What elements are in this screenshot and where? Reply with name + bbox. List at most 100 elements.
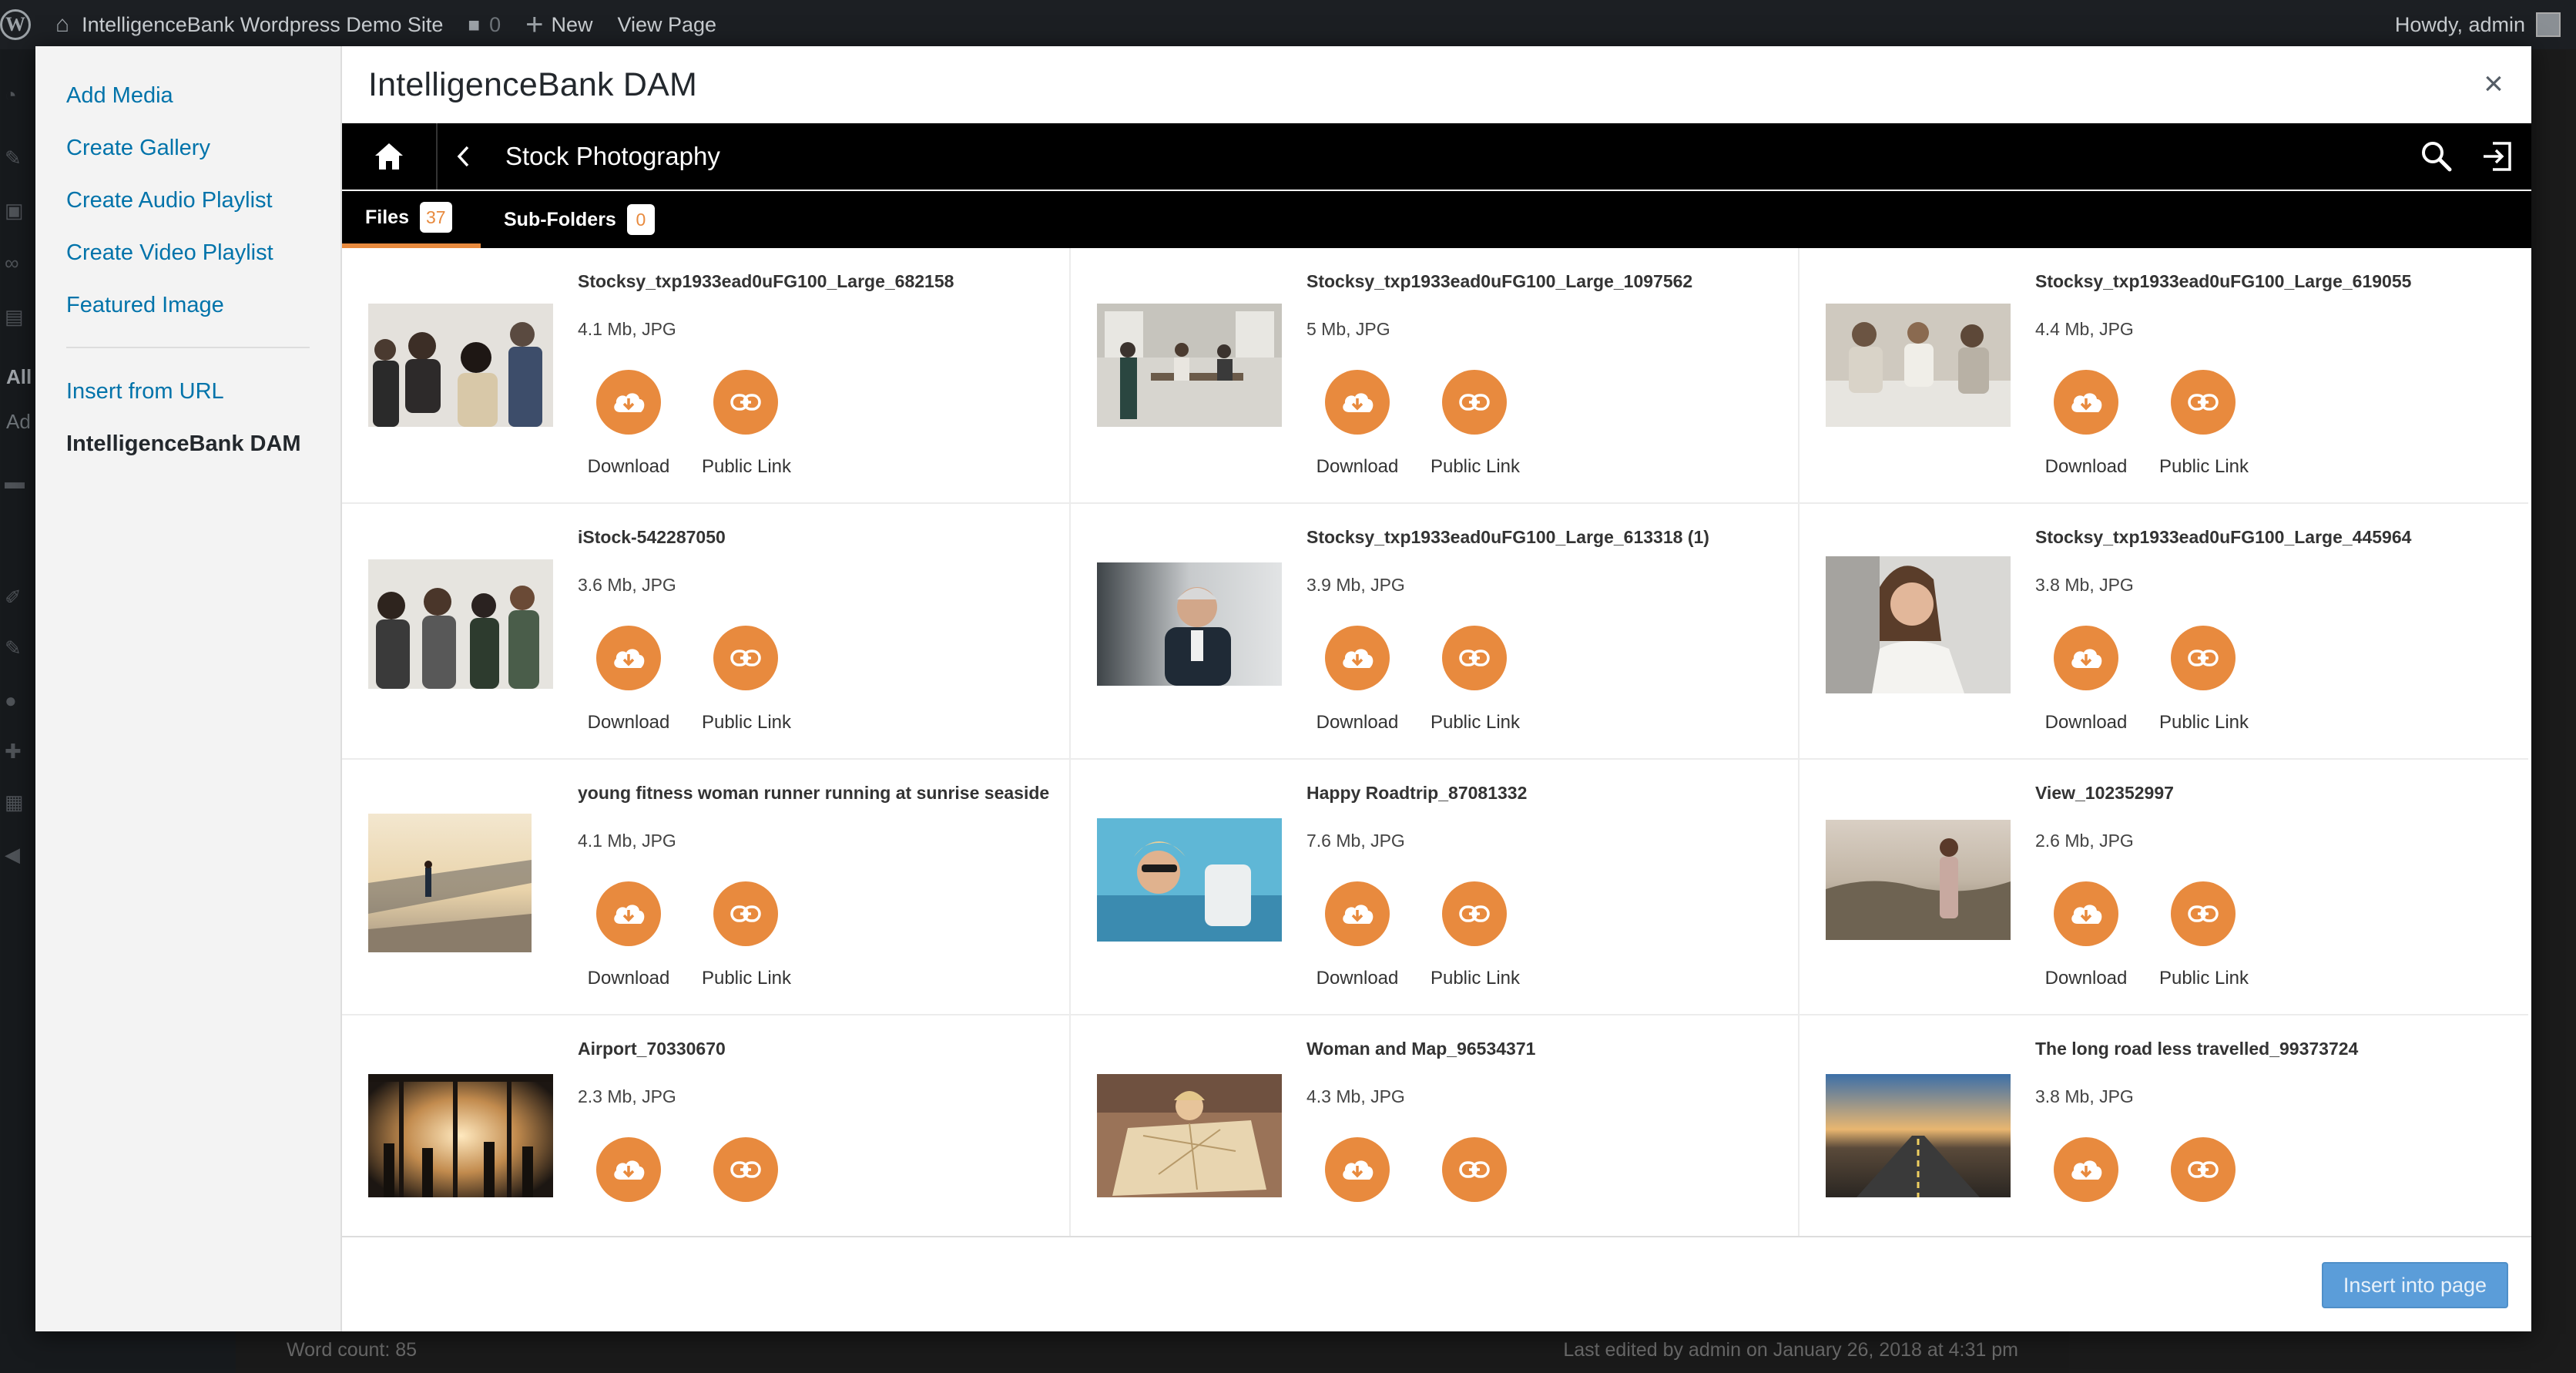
back-button[interactable] (456, 123, 471, 190)
file-thumbnail[interactable] (368, 559, 553, 689)
download-button[interactable] (2054, 626, 2118, 690)
menu-item-create-video-playlist[interactable]: Create Video Playlist (35, 227, 340, 279)
cloud-download-icon (1343, 649, 1374, 668)
public-link-label[interactable]: Public Link (1417, 712, 1533, 733)
cloud-download-icon (1343, 905, 1374, 924)
public-link-label[interactable]: Public Link (689, 968, 804, 989)
close-icon[interactable]: × (2474, 65, 2513, 103)
download-label[interactable]: Download (1311, 968, 1404, 989)
download-label[interactable]: Download (582, 968, 675, 989)
download-label[interactable]: Download (582, 456, 675, 478)
download-button[interactable] (2054, 370, 2118, 435)
public-link-button[interactable] (1442, 1137, 1507, 1202)
file-thumbnail[interactable] (1097, 818, 1282, 942)
file-thumbnail[interactable] (368, 814, 553, 952)
menu-item-create-audio-playlist[interactable]: Create Audio Playlist (35, 174, 340, 227)
download-button[interactable] (596, 626, 661, 690)
file-thumbnail[interactable] (1097, 304, 1282, 427)
file-meta: 3.8 Mb, JPG (2035, 575, 2134, 595)
file-thumbnail[interactable] (1826, 304, 2011, 427)
greeting: Howdy, admin (2394, 12, 2525, 36)
tab-count-badge: 0 (626, 204, 655, 235)
file-meta: 2.3 Mb, JPG (578, 1086, 676, 1106)
file-thumbnail[interactable] (1826, 1074, 2011, 1197)
public-link-label[interactable]: Public Link (2146, 968, 2262, 989)
home-button[interactable] (342, 123, 438, 190)
public-link-button[interactable] (1442, 370, 1507, 435)
download-button[interactable] (596, 881, 661, 946)
long-road-photo-icon (1826, 1074, 2011, 1197)
download-button[interactable] (596, 1137, 661, 1202)
public-link-label[interactable]: Public Link (1417, 968, 1533, 989)
public-link-button[interactable] (2171, 370, 2236, 435)
public-link-button[interactable] (2171, 1137, 2236, 1202)
tab-files[interactable]: Files 37 (342, 191, 481, 248)
public-link-button[interactable] (1442, 881, 1507, 946)
account-menu[interactable]: Howdy, admin (2395, 12, 2576, 37)
menu-item-featured-image[interactable]: Featured Image (35, 279, 340, 331)
new-content-link[interactable]: + New (513, 0, 605, 49)
download-label[interactable]: Download (582, 712, 675, 733)
file-thumbnail[interactable] (1097, 562, 1282, 686)
insert-into-page-button[interactable]: Insert into page (2322, 1262, 2508, 1308)
file-card: The long road less travelled_99373724 3.… (1800, 1015, 2528, 1267)
tab-label: Files (365, 206, 409, 228)
public-link-button[interactable] (2171, 626, 2236, 690)
menu-item-create-gallery[interactable]: Create Gallery (35, 122, 340, 174)
wp-admin-bar: W ⌂ IntelligenceBank Wordpress Demo Site… (0, 0, 2576, 49)
file-meta: 4.1 Mb, JPG (578, 831, 676, 851)
logout-button[interactable] (2479, 139, 2514, 174)
download-button[interactable] (2054, 881, 2118, 946)
file-thumbnail[interactable] (1097, 1074, 1282, 1197)
view-page-link[interactable]: View Page (605, 0, 729, 49)
dashboard-icon: ◔ (5, 83, 17, 106)
file-thumbnail[interactable] (368, 304, 553, 427)
link-icon (2188, 905, 2219, 922)
public-link-button[interactable] (713, 626, 778, 690)
search-icon (2422, 142, 2452, 172)
file-name: Stocksy_txp1933ead0uFG100_Large_619055 (2035, 271, 2412, 291)
download-button[interactable] (1325, 370, 1390, 435)
tab-sub-folders[interactable]: Sub-Folders 0 (504, 191, 655, 248)
file-card: Stocksy_txp1933ead0uFG100_Large_1097562 … (1071, 248, 1800, 504)
public-link-label[interactable]: Public Link (1417, 456, 1533, 478)
comments-icon: ▬ (5, 470, 25, 493)
download-button[interactable] (1325, 881, 1390, 946)
file-thumbnail[interactable] (1826, 820, 2011, 940)
public-link-button[interactable] (713, 1137, 778, 1202)
file-thumbnail[interactable] (1826, 556, 2011, 693)
download-label[interactable]: Download (1311, 712, 1404, 733)
public-link-label[interactable]: Public Link (689, 456, 804, 478)
file-meta: 4.3 Mb, JPG (1306, 1086, 1405, 1106)
public-link-label[interactable]: Public Link (689, 712, 804, 733)
comments-link[interactable]: ■ 0 (455, 0, 513, 49)
download-label[interactable]: Download (2040, 712, 2132, 733)
download-button[interactable] (1325, 1137, 1390, 1202)
file-thumbnail[interactable] (368, 1074, 553, 1197)
menu-item-insert-from-url[interactable]: Insert from URL (35, 365, 340, 418)
search-button[interactable] (2419, 139, 2454, 174)
media-frame: IntelligenceBank DAM × Stock Photography (342, 46, 2531, 1331)
public-link-label[interactable]: Public Link (2146, 712, 2262, 733)
menu-item-intelligencebank-dam[interactable]: IntelligenceBank DAM (35, 418, 340, 470)
menu-item-add-media[interactable]: Add Media (35, 69, 340, 122)
public-link-label[interactable]: Public Link (2146, 456, 2262, 478)
site-name-link[interactable]: ⌂ IntelligenceBank Wordpress Demo Site (43, 0, 455, 49)
office-room-photo-icon (1097, 304, 1282, 427)
download-button[interactable] (2054, 1137, 2118, 1202)
users-icon: ● (5, 689, 17, 712)
ib-navigation-bar: Stock Photography (342, 123, 2531, 190)
public-link-button[interactable] (1442, 626, 1507, 690)
download-label[interactable]: Download (2040, 456, 2132, 478)
new-label: New (551, 12, 593, 36)
public-link-button[interactable] (713, 370, 778, 435)
link-icon (2188, 1161, 2219, 1178)
wp-logo-menu[interactable]: W (0, 0, 43, 49)
public-link-button[interactable] (2171, 881, 2236, 946)
public-link-button[interactable] (713, 881, 778, 946)
download-label[interactable]: Download (1311, 456, 1404, 478)
download-label[interactable]: Download (2040, 968, 2132, 989)
home-icon (375, 143, 403, 170)
download-button[interactable] (596, 370, 661, 435)
download-button[interactable] (1325, 626, 1390, 690)
